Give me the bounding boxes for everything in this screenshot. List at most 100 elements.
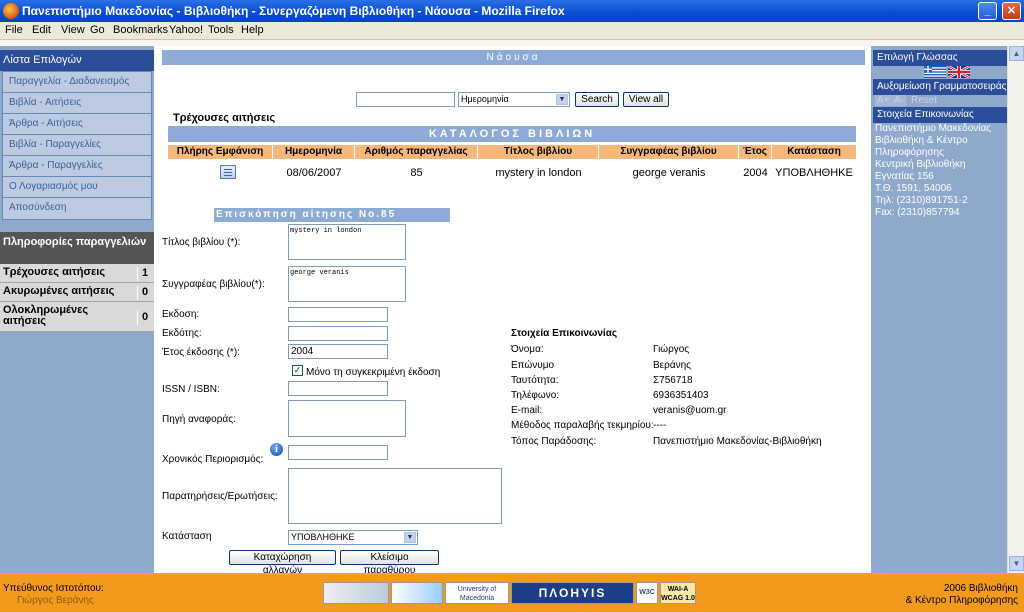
view-details-icon[interactable] — [220, 165, 236, 179]
menu-yahoo[interactable]: Yahoo! — [169, 24, 203, 36]
menu-bookmarks[interactable]: Bookmarks — [113, 24, 168, 36]
notes-label: Παρατηρήσεις/Ερωτήσεις: — [162, 491, 278, 502]
title-field[interactable]: mystery in london — [288, 224, 406, 260]
greek-flag-icon[interactable] — [924, 66, 946, 78]
scroll-down-icon[interactable]: ▼ — [1009, 556, 1024, 571]
menu-item-article-orders[interactable]: Άρθρα - Παραγγελίες — [3, 156, 151, 177]
contact-line: Πανεπιστήμιο Μακεδονίας — [875, 123, 992, 134]
contact-line: Τ.Θ. 1591, 54006 — [875, 183, 952, 194]
save-changes-button[interactable]: Καταχώρηση αλλαγών — [229, 550, 336, 576]
menu-view[interactable]: View — [61, 24, 85, 36]
title-bar: Πανεπιστήμιο Μακεδονίας - Βιβλιοθήκη - Σ… — [0, 0, 1024, 22]
menu-item-order-loan[interactable]: Παραγγελία - Διαδανεισμός — [3, 72, 151, 93]
cell-status: ΥΠΟΒΛΗΘΗΚΕ — [775, 167, 853, 179]
info-icon[interactable]: i — [270, 443, 283, 456]
contact-line: Βιβλιοθήκη & Κέντρο — [875, 135, 968, 146]
w3c-logo[interactable]: W3C — [636, 582, 658, 604]
contact-key: Μέθοδος παραλαβής τεκμηρίου: — [511, 420, 654, 431]
publisher-field[interactable] — [288, 326, 388, 341]
source-field[interactable] — [288, 400, 406, 437]
isbn-field[interactable] — [288, 381, 388, 396]
close-button[interactable]: ✕ — [1002, 2, 1021, 20]
stat-label: Ακυρωμένες αιτήσεις — [3, 285, 115, 297]
time-limit-label: Χρονικός Περιορισμός: — [162, 454, 264, 465]
wai-logo[interactable]: WAI-A WCAG 1.0 — [660, 582, 696, 604]
col-status: Κατάσταση — [787, 146, 841, 157]
menu-edit[interactable]: Edit — [32, 24, 51, 36]
menu-tools[interactable]: Tools — [208, 24, 234, 36]
menu-item-logout[interactable]: Αποσύνδεση — [3, 198, 151, 219]
cell-author: george veranis — [632, 167, 706, 179]
info-society-logo[interactable] — [391, 582, 443, 604]
col-date: Ημερομηνία — [273, 145, 355, 159]
review-title: Επισκόπηση αίτησης No.85 — [214, 208, 450, 222]
vertical-scrollbar[interactable]: ▲ ▼ — [1007, 46, 1024, 573]
search-field-select[interactable]: Ημερομηνία ▼ — [458, 92, 570, 107]
ploigos-logo[interactable]: ΠΛΟΗΥΙS — [511, 582, 634, 604]
contact-key: Όνομα: — [511, 344, 544, 355]
firefox-icon — [3, 3, 19, 19]
only-edition-checkbox[interactable]: ✓ — [292, 365, 303, 376]
contact-value: ---- — [653, 420, 667, 431]
catalog-title: ΚΑΤΑΛΟΓΟΣ ΒΙΒΛΙΩΝ — [168, 126, 856, 142]
browser-window: Πανεπιστήμιο Μακεδονίας - Βιβλιοθήκη - Σ… — [0, 0, 1024, 612]
right-sidebar: Επιλογή Γλώσσας Αυξομείωση Γραμματοσειρά… — [871, 46, 1024, 573]
publisher-label: Εκδότης: — [162, 328, 202, 339]
year-label: Έτος έκδοσης (*): — [162, 347, 240, 358]
chevron-down-icon: ▼ — [556, 94, 568, 105]
menu-item-article-requests[interactable]: Άρθρα - Αιτήσεις — [3, 114, 151, 135]
eu-program-logo[interactable] — [323, 582, 389, 604]
cell-year: 2004 — [743, 167, 768, 179]
stat-value: 0 — [137, 311, 152, 325]
col-year: Έτος — [739, 145, 772, 159]
options-header: Λίστα Επιλογών — [0, 50, 154, 71]
font-reset-button[interactable]: Reset — [909, 95, 939, 106]
year-field[interactable] — [288, 344, 388, 359]
copyright-line: & Κέντρο Πληροφόρησης — [905, 595, 1018, 606]
status-select[interactable]: ΥΠΟΒΛΗΘΗΚΕ ▼ — [288, 530, 418, 545]
main-content: Νάουσα Ημερομηνία ▼ Search View all Τρέχ… — [154, 46, 871, 576]
menu-help[interactable]: Help — [241, 24, 264, 36]
close-window-button[interactable]: Κλείσιμο παραθύρου — [340, 550, 439, 576]
col-title: Τίτλος βιβλίου — [478, 145, 599, 159]
notes-field[interactable] — [288, 468, 502, 524]
menu-file[interactable]: File — [5, 24, 23, 36]
webmaster-link[interactable]: Γιώργος Βεράνης — [17, 595, 94, 606]
uom-logo[interactable]: University of Macedonia — [445, 582, 509, 604]
chevron-down-icon: ▼ — [404, 532, 416, 543]
font-decrease-button[interactable]: A- — [892, 95, 906, 106]
footer: Υπεύθυνος Ιστοτόπου: Γιώργος Βεράνης Uni… — [0, 573, 1024, 612]
search-button[interactable]: Search — [575, 92, 619, 107]
col-author: Συγγραφέας βιβλίου — [599, 145, 739, 159]
edition-field[interactable] — [288, 307, 388, 322]
scroll-up-icon[interactable]: ▲ — [1009, 46, 1024, 61]
copyright: 2006 Βιβλιοθήκη & Κέντρο Πληροφόρησης — [906, 583, 1018, 607]
source-label: Πηγή αναφοράς: — [162, 414, 236, 425]
menu-item-book-orders[interactable]: Βιβλία - Παραγγελίες — [3, 135, 151, 156]
minimize-button[interactable]: _ — [978, 2, 997, 20]
contact-value: Πανεπιστήμιο Μακεδονίας-Βιβλιοθήκη — [653, 436, 822, 447]
view-all-button[interactable]: View all — [623, 92, 669, 107]
author-label: Συγγραφέας βιβλίου(*): — [162, 279, 265, 290]
menu-item-my-account[interactable]: Ο Λογαριασμός μου — [3, 177, 151, 198]
stat-completed[interactable]: Ολοκληρωμένες αιτήσεις 0 — [0, 302, 154, 332]
menu-item-book-requests[interactable]: Βιβλία - Αιτήσεις — [3, 93, 151, 114]
col-full-view: Πλήρης Εμφάνιση — [168, 145, 273, 159]
copyright-line: 2006 Βιβλιοθήκη — [943, 583, 1018, 594]
stat-current[interactable]: Τρέχουσες αιτήσεις 1 — [0, 264, 154, 283]
contact-value: Γιώργος — [653, 344, 690, 355]
uk-flag-icon[interactable] — [948, 66, 970, 78]
font-increase-button[interactable]: A+ — [875, 95, 892, 106]
contact-value: veranis@uom.gr — [653, 405, 727, 416]
table-header: Πλήρης Εμφάνιση Ημερομηνία Αριθμός παραγ… — [168, 145, 856, 159]
author-field[interactable]: george veranis — [288, 266, 406, 302]
select-value: Ημερομηνία — [461, 94, 509, 104]
time-limit-field[interactable] — [288, 445, 388, 460]
search-input[interactable] — [356, 92, 455, 107]
contact-header: Στοιχεία Επικοινωνίας — [873, 107, 1022, 123]
menu-go[interactable]: Go — [90, 24, 105, 36]
stat-value: 0 — [137, 286, 152, 300]
stat-cancelled[interactable]: Ακυρωμένες αιτήσεις 0 — [0, 283, 154, 302]
isbn-label: ISSN / ISBN: — [162, 384, 220, 395]
contact-value: 6936351403 — [653, 390, 709, 401]
